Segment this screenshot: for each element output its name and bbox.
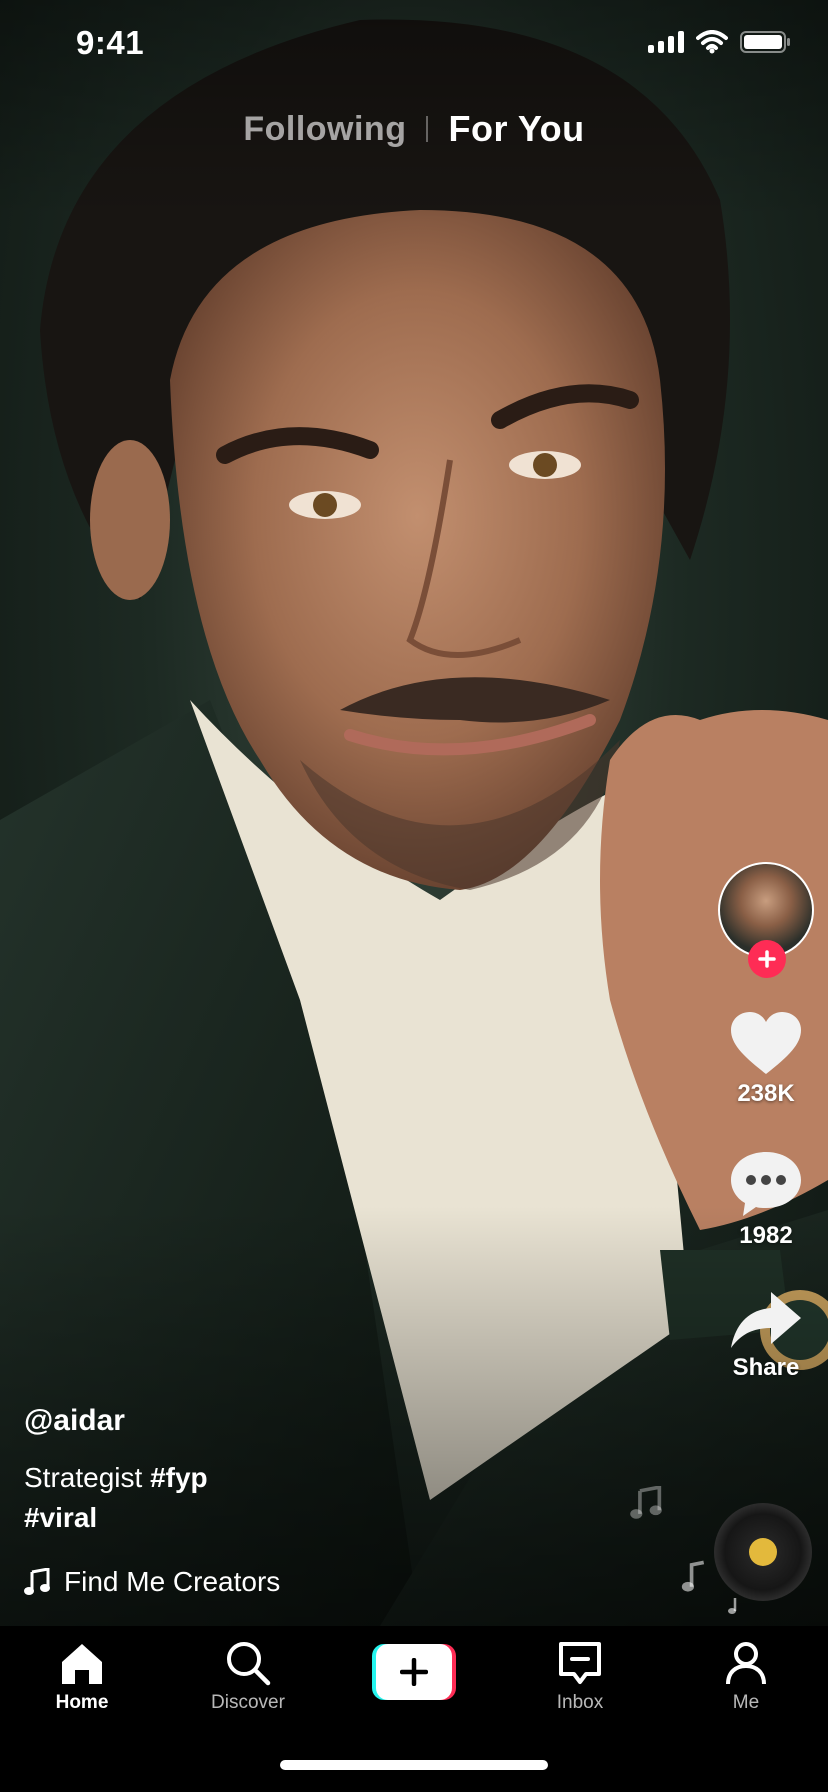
disc-center — [749, 1538, 777, 1566]
action-rail: 238K 1982 Share — [716, 862, 816, 1382]
battery-icon — [740, 31, 790, 53]
status-icons — [648, 30, 792, 54]
post-description: Strategist #fyp #viral — [24, 1458, 584, 1538]
wifi-icon — [696, 30, 728, 54]
like-button[interactable]: 238K — [729, 1010, 803, 1108]
home-indicator — [280, 1760, 548, 1770]
create-button-face — [376, 1644, 452, 1700]
hashtag-link[interactable]: #fyp — [150, 1462, 208, 1493]
creator-avatar-button[interactable] — [718, 862, 814, 978]
like-count: 238K — [737, 1080, 795, 1107]
tab-following[interactable]: Following — [243, 110, 406, 149]
cellular-signal-icon — [648, 31, 684, 53]
create-button[interactable] — [372, 1644, 456, 1700]
music-title: Find Me Creators — [64, 1566, 281, 1597]
floating-note-icon — [728, 1598, 737, 1614]
home-icon — [62, 1644, 102, 1684]
creator-username[interactable]: @aidar — [24, 1404, 584, 1438]
floating-note-icon — [681, 1560, 705, 1592]
video-player[interactable] — [0, 0, 828, 1626]
person-icon — [726, 1642, 766, 1685]
nav-label: Me — [732, 1692, 760, 1713]
plus-icon — [758, 950, 776, 968]
nav-label: Inbox — [556, 1692, 604, 1713]
share-label: Share — [732, 1354, 800, 1381]
tab-divider — [426, 116, 429, 142]
search-icon — [227, 1642, 271, 1686]
hashtag-link[interactable]: #viral — [24, 1502, 97, 1533]
comment-button[interactable]: 1982 — [729, 1148, 803, 1250]
plus-icon — [400, 1658, 428, 1686]
music-note-icon — [24, 1568, 50, 1595]
share-arrow-icon — [731, 1292, 801, 1348]
music-ticker[interactable]: Find Me Creators — [24, 1566, 280, 1598]
share-button[interactable]: Share — [729, 1288, 803, 1382]
floating-note-icon — [630, 1486, 662, 1519]
nav-label: Home — [55, 1692, 109, 1713]
tab-for-you[interactable]: For You — [448, 108, 584, 150]
follow-button[interactable] — [748, 940, 786, 978]
nav-discover[interactable]: Discover — [188, 1640, 308, 1714]
comment-count: 1982 — [739, 1222, 793, 1249]
inbox-icon — [559, 1642, 601, 1684]
description-text: Strategist — [24, 1462, 143, 1493]
feed-tabs: Following For You — [0, 108, 828, 150]
music-disc[interactable] — [714, 1503, 812, 1601]
nav-me[interactable]: Me — [686, 1640, 806, 1714]
heart-icon — [731, 1012, 801, 1074]
status-time: 9:41 — [76, 24, 145, 61]
nav-inbox[interactable]: Inbox — [520, 1640, 640, 1714]
nav-label: Discover — [211, 1692, 285, 1713]
status-bar: 9:41 — [0, 0, 828, 88]
nav-home[interactable]: Home — [22, 1640, 142, 1714]
comment-icon — [731, 1152, 801, 1216]
post-caption: @aidar Strategist #fyp #viral — [24, 1404, 584, 1538]
